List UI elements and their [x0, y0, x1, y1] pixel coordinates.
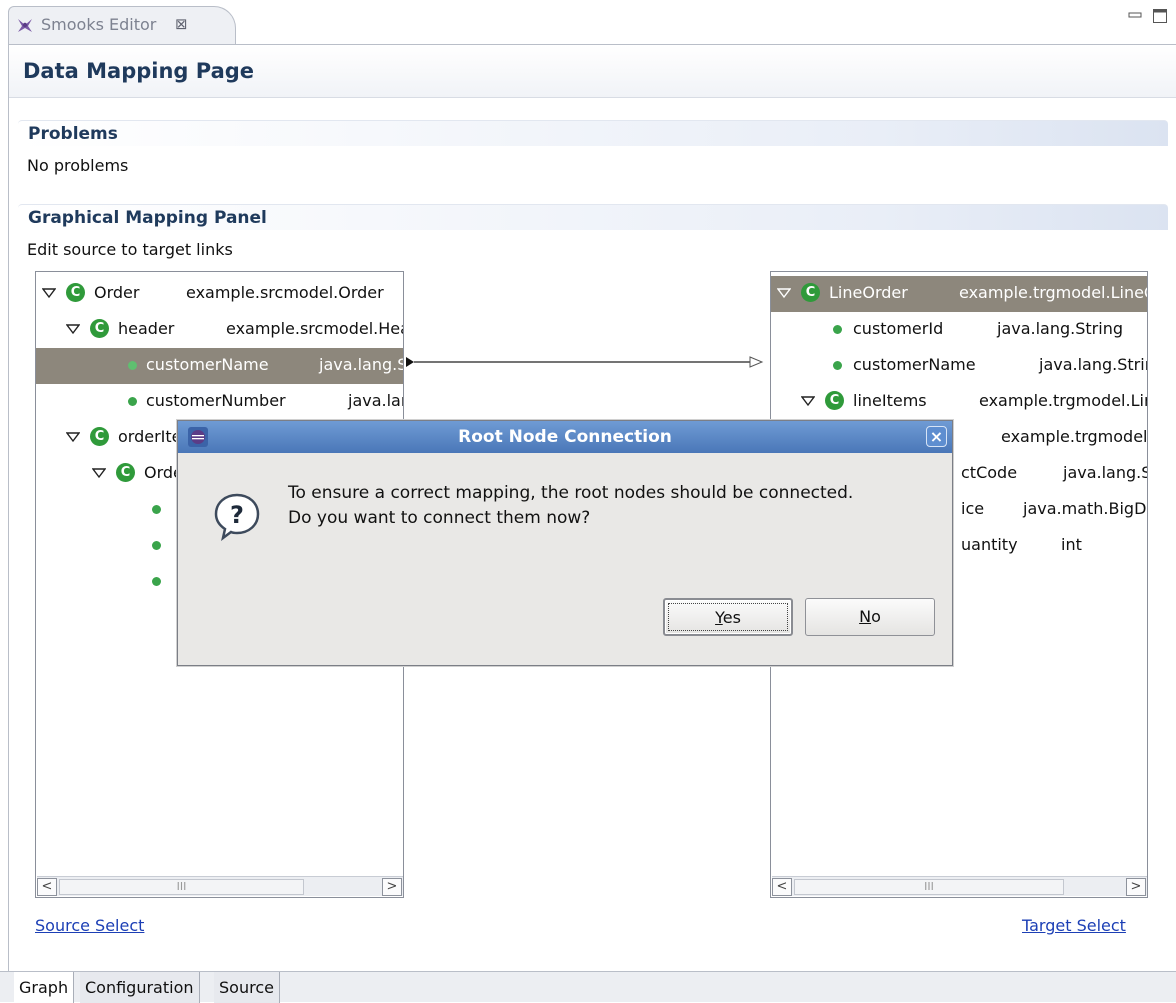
problems-section-title: Problems — [28, 124, 118, 144]
no-label-rest: o — [871, 607, 881, 626]
class-icon: C — [90, 319, 109, 338]
dialog-title-bar[interactable]: Root Node Connection × — [178, 421, 952, 453]
node-type: int — [1061, 535, 1082, 554]
node-name: header — [118, 319, 175, 338]
field-icon — [128, 361, 137, 370]
tree-node-lineitems[interactable]: C lineItems example.trgmodel.LineItem[] — [771, 384, 1147, 420]
mapping-panel-section-title: Graphical Mapping Panel — [28, 208, 267, 228]
class-icon: C — [825, 391, 844, 410]
problems-section-header[interactable]: Problems — [18, 120, 1168, 146]
class-icon: C — [90, 427, 109, 446]
tree-node-lineorder-selected[interactable]: C LineOrder example.trgmodel.LineOrder — [771, 276, 1147, 312]
field-icon — [152, 577, 161, 586]
node-name: uantity — [961, 535, 1018, 554]
tree-node-order[interactable]: C Order example.srcmodel.Order — [36, 276, 403, 312]
editor-tab-label: Smooks Editor — [41, 15, 157, 34]
minimize-icon[interactable] — [1128, 8, 1142, 22]
mapping-connection-line[interactable] — [404, 352, 770, 372]
bottom-tab-bar: Graph Configuration Source — [0, 971, 1176, 1003]
class-icon: C — [116, 463, 135, 482]
no-button[interactable]: No — [805, 598, 935, 636]
node-type: java.math.BigDecimal — [1023, 499, 1147, 518]
maximize-icon[interactable] — [1152, 8, 1168, 24]
yes-button[interactable]: Yes — [663, 598, 793, 636]
dialog-message-line1: To ensure a correct mapping, the root no… — [288, 483, 854, 503]
source-horizontal-scrollbar[interactable]: < III > — [37, 876, 403, 896]
node-type: java.lang.String — [1039, 355, 1147, 374]
field-icon — [152, 541, 161, 550]
tab-source[interactable]: Source — [214, 972, 280, 1003]
yes-label-rest: es — [722, 608, 741, 627]
node-name: ctCode — [961, 463, 1018, 482]
question-icon: ? — [214, 493, 260, 541]
tree-node-customernumber[interactable]: customerNumber java.lang.Integer — [36, 384, 403, 420]
expand-arrow-icon[interactable] — [66, 322, 80, 336]
node-name: customerName — [146, 355, 269, 374]
node-type: java.lang.String — [1063, 463, 1147, 482]
dialog-title: Root Node Connection — [458, 427, 672, 447]
scroll-left-button[interactable]: < — [772, 878, 792, 896]
svg-text:?: ? — [230, 501, 244, 529]
tab-configuration[interactable]: Configuration — [80, 972, 200, 1003]
node-type: java.lang.String — [997, 319, 1123, 338]
scroll-thumb[interactable]: III — [794, 879, 1064, 895]
node-type: example.trgmodel.LineOrder — [959, 283, 1147, 302]
node-type: example.trgmodel.LineItem — [1001, 427, 1148, 446]
expand-arrow-icon[interactable] — [92, 466, 106, 480]
class-icon: C — [801, 283, 820, 302]
node-name: customerId — [853, 319, 944, 338]
node-type: example.trgmodel.LineItem[] — [979, 391, 1147, 410]
field-icon — [833, 325, 842, 334]
class-icon: C — [66, 283, 85, 302]
node-type: java.lang.Integer — [348, 391, 403, 410]
tree-node-customername-selected[interactable]: customerName java.lang.String — [36, 348, 403, 384]
yes-mnemonic: Y — [715, 608, 723, 627]
editor-tab-strip: Smooks Editor ⊠ — [0, 0, 1176, 44]
close-icon[interactable]: × — [926, 426, 947, 447]
page-title: Data Mapping Page — [23, 59, 255, 83]
scroll-right-button[interactable]: > — [382, 878, 402, 896]
node-name: ice — [961, 499, 985, 518]
mapping-panel-description: Edit source to target links — [27, 240, 233, 259]
node-type: java.lang.String — [319, 355, 403, 374]
tab-close-icon[interactable]: ⊠ — [175, 15, 188, 33]
root-node-connection-dialog: Root Node Connection × ? To ensure a cor… — [177, 420, 953, 666]
no-mnemonic: N — [859, 607, 872, 626]
expand-arrow-icon[interactable] — [777, 286, 791, 300]
expand-arrow-icon[interactable] — [66, 430, 80, 444]
tab-graph[interactable]: Graph — [14, 972, 75, 1003]
target-horizontal-scrollbar[interactable]: < III > — [772, 876, 1147, 896]
dialog-message-line2: Do you want to connect them now? — [288, 508, 591, 528]
smooks-logo-icon — [18, 19, 32, 32]
field-icon — [128, 397, 137, 406]
target-select-link[interactable]: Target Select — [1022, 916, 1126, 935]
scroll-right-button[interactable]: > — [1126, 878, 1146, 896]
scroll-left-button[interactable]: < — [37, 878, 57, 896]
source-select-link[interactable]: Source Select — [35, 916, 144, 935]
expand-arrow-icon[interactable] — [801, 394, 815, 408]
expand-arrow-icon[interactable] — [42, 286, 56, 300]
node-name: customerNumber — [146, 391, 286, 410]
page-header: Data Mapping Page — [9, 44, 1176, 98]
field-icon — [152, 505, 161, 514]
problems-status-text: No problems — [27, 156, 129, 175]
node-type: example.srcmodel.Header — [226, 319, 403, 338]
tree-node-header[interactable]: C header example.srcmodel.Header — [36, 312, 403, 348]
field-icon — [833, 361, 842, 370]
node-name: LineOrder — [829, 283, 908, 302]
node-type: example.srcmodel.Order — [186, 283, 384, 302]
node-name: customerName — [853, 355, 976, 374]
node-name: lineItems — [853, 391, 927, 410]
scroll-thumb[interactable]: III — [59, 879, 304, 895]
tree-node-customerid[interactable]: customerId java.lang.String — [771, 312, 1147, 348]
mapping-panel-section-header[interactable]: Graphical Mapping Panel — [18, 204, 1168, 230]
tree-node-customername[interactable]: customerName java.lang.String — [771, 348, 1147, 384]
smooks-editor-tab[interactable]: Smooks Editor ⊠ — [8, 6, 236, 44]
node-name: Order — [94, 283, 140, 302]
